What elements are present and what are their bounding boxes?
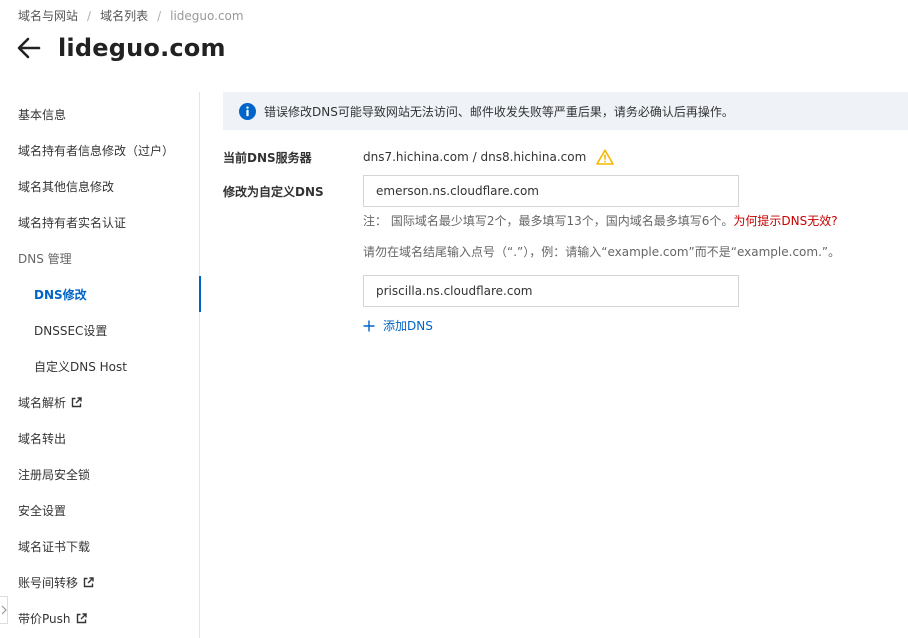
dns-server-2-input[interactable]: [363, 275, 739, 307]
current-dns-label: 当前DNS服务器: [223, 151, 312, 165]
sidebar-item-label: 域名转出: [18, 431, 67, 446]
sidebar-item-holder-change[interactable]: 域名持有者信息修改（过户）: [0, 132, 200, 168]
sidebar-item-label: 域名其他信息修改: [18, 179, 115, 194]
sidebar-item-label: 安全设置: [18, 503, 67, 518]
sidebar-item-label: DNSSEC设置: [34, 323, 108, 338]
sidebar-item-real-name-auth[interactable]: 域名持有者实名认证: [0, 204, 200, 240]
add-dns-label: 添加DNS: [383, 319, 433, 333]
sidebar-item-other-info[interactable]: 域名其他信息修改: [0, 168, 200, 204]
sidebar-item-domain-resolution[interactable]: 域名解析: [0, 384, 200, 420]
warning-alert-banner: 错误修改DNS可能导致网站无法访问、邮件收发失败等严重后果，请务必确认后再操作。: [223, 92, 908, 130]
breadcrumb-item-current: lideguo.com: [170, 8, 244, 23]
sidebar-item-label: 域名解析: [18, 395, 67, 410]
page-header: lideguo.com: [16, 34, 226, 62]
note-text: 注： 国际域名最少填写2个，最多填写13个，国内域名最多填写6个。: [363, 214, 734, 228]
dns-server-1-input[interactable]: [363, 175, 739, 207]
sidebar-item-dns-modify[interactable]: DNS修改: [0, 276, 201, 312]
alert-text: 错误修改DNS可能导致网站无法访问、邮件收发失败等严重后果，请务必确认后再操作。: [264, 104, 734, 119]
chevron-right-icon: [1, 605, 7, 615]
plus-icon: [363, 320, 375, 332]
breadcrumb-separator: /: [87, 8, 92, 23]
sidebar-item-priced-push[interactable]: 带价Push: [0, 600, 200, 636]
trailing-dot-hint: 请勿在域名结尾输入点号（“.”），例：请输入“example.com”而不是“e…: [363, 245, 841, 259]
sidebar-item-security-settings[interactable]: 安全设置: [0, 492, 200, 528]
current-dns-value: dns7.hichina.com / dns8.hichina.com: [363, 150, 587, 164]
breadcrumb-item-domains-websites[interactable]: 域名与网站: [18, 7, 78, 24]
sidebar-item-label: 自定义DNS Host: [34, 359, 127, 374]
sidebar-item-dnssec[interactable]: DNSSEC设置: [0, 312, 200, 348]
sidebar-collapse-toggle[interactable]: [0, 596, 8, 624]
sidebar-item-label: 域名证书下载: [18, 539, 91, 554]
sidebar-item-custom-dns-host[interactable]: 自定义DNS Host: [0, 348, 200, 384]
sidebar-item-registry-lock[interactable]: 注册局安全锁: [0, 456, 200, 492]
sidebar-item-label: 注册局安全锁: [18, 467, 91, 482]
dns-count-note: 注： 国际域名最少填写2个，最多填写13个，国内域名最多填写6个。为何提示DNS…: [363, 212, 838, 229]
sidebar-item-label: 域名持有者实名认证: [18, 215, 127, 230]
sidebar-item-label: 基本信息: [18, 107, 67, 122]
breadcrumb-separator: /: [157, 8, 162, 23]
sidebar-item-label: DNS 管理: [18, 251, 72, 266]
why-dns-invalid-link[interactable]: 为何提示DNS无效?: [733, 214, 837, 228]
back-arrow-icon[interactable]: [16, 35, 42, 61]
page-title: lideguo.com: [58, 34, 226, 62]
external-link-icon: [76, 612, 87, 624]
sidebar-item-basic-info[interactable]: 基本信息: [0, 96, 200, 132]
add-dns-button[interactable]: 添加DNS: [363, 317, 433, 334]
sidebar-item-label: 域名持有者信息修改（过户）: [18, 143, 175, 158]
sidebar: 基本信息 域名持有者信息修改（过户） 域名其他信息修改 域名持有者实名认证 DN…: [0, 92, 201, 638]
sidebar-item-label: DNS修改: [34, 287, 87, 302]
breadcrumb-item-domain-list[interactable]: 域名列表: [100, 7, 148, 24]
sidebar-item-account-transfer[interactable]: 账号间转移: [0, 564, 200, 600]
external-link-icon: [71, 396, 82, 408]
warning-icon[interactable]: [596, 149, 615, 165]
external-link-icon: [83, 576, 94, 588]
sidebar-item-certificate-download[interactable]: 域名证书下载: [0, 528, 200, 564]
sidebar-item-label: 带价Push: [18, 611, 71, 626]
breadcrumb: 域名与网站 / 域名列表 / lideguo.com: [18, 7, 244, 24]
info-icon: [239, 102, 256, 120]
current-dns-row: dns7.hichina.com / dns8.hichina.com: [363, 149, 615, 165]
sidebar-item-domain-transfer-out[interactable]: 域名转出: [0, 420, 200, 456]
sidebar-item-label: 账号间转移: [18, 575, 79, 590]
sidebar-group-dns-management: DNS 管理: [0, 240, 200, 276]
custom-dns-label: 修改为自定义DNS: [223, 185, 324, 199]
